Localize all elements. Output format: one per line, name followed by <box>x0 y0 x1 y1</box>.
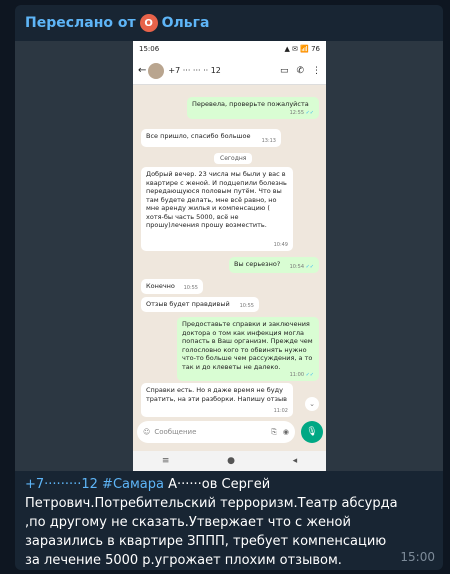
emoji-icon: ☺ <box>143 428 151 436</box>
phone-call-icon: ✆ <box>296 65 304 76</box>
chat-message: Справки есть. Но я даже время не буду тр… <box>141 383 293 417</box>
chat-header: ← +7 ··· ··· ·· 12 ▭ ✆ ⋮ <box>133 57 326 85</box>
chat-message: Конечно 10:55 <box>141 279 203 294</box>
whatsapp-screenshot: 15:06 ▲ ✉ 📶 76 ← +7 ··· ··· ·· 12 ▭ ✆ ⋮ … <box>133 41 326 471</box>
chat-message: Отзыв будет правдивый 10:55 <box>141 297 259 312</box>
date-separator: Сегодня <box>214 153 253 164</box>
message-time: 15:00 <box>400 550 435 564</box>
chat-message: Вы серьезно? 10:54 ✓✓ <box>229 257 319 273</box>
forward-header[interactable]: Переслано от О Ольга <box>25 13 209 33</box>
chat-message: Добрый вечер. 23 числа мы были у вас в к… <box>141 167 293 251</box>
video-call-icon: ▭ <box>279 65 289 76</box>
chat-message: Все пришло, спасибо большое 13:13 <box>141 129 281 147</box>
attach-icon: ⎘ <box>271 427 277 436</box>
home-icon: ● <box>227 456 235 466</box>
message-caption: +7·········12 #Самара А······ов Сергей П… <box>25 475 405 570</box>
contact-avatar <box>148 62 165 79</box>
status-bar: 15:06 ▲ ✉ 📶 76 <box>133 41 326 57</box>
forward-sender[interactable]: Ольга <box>162 15 210 31</box>
input-placeholder: Сообщение <box>154 428 197 436</box>
message-input: ☺ Сообщение ⎘ ◉ <box>137 421 295 443</box>
status-time: 15:06 <box>139 45 160 53</box>
chat-message: Перевела, проверьте пожалуйста 12:55 ✓✓ <box>187 97 319 119</box>
menu-icon: ≡ <box>161 456 170 466</box>
contact-phone: +7 ··· ··· ·· 12 <box>168 66 221 75</box>
media-screenshot[interactable]: 15:06 ▲ ✉ 📶 76 ← +7 ··· ··· ·· 12 ▭ ✆ ⋮ … <box>15 41 443 471</box>
forwarded-message[interactable]: Переслано от О Ольга 15:06 ▲ ✉ 📶 76 ← +7… <box>15 5 443 570</box>
status-icons: ▲ ✉ 📶 76 <box>284 45 320 53</box>
back-arrow-icon: ← <box>138 65 147 76</box>
back-icon: ◂ <box>292 456 298 466</box>
android-nav-bar: ≡ ● ◂ <box>133 451 326 471</box>
hashtag-link[interactable]: #Самара <box>102 477 164 492</box>
camera-icon: ◉ <box>282 428 289 436</box>
chat-message: Предоставьте справки и заключения доктор… <box>177 317 319 381</box>
scroll-down-icon: ⌄ <box>305 397 319 411</box>
microphone-icon: 🎙 <box>301 421 323 443</box>
more-options-icon: ⋮ <box>312 65 321 76</box>
sender-avatar[interactable]: О <box>139 14 158 32</box>
phone-link[interactable]: +7·········12 <box>25 477 98 492</box>
forward-prefix: Переслано от <box>25 15 136 31</box>
